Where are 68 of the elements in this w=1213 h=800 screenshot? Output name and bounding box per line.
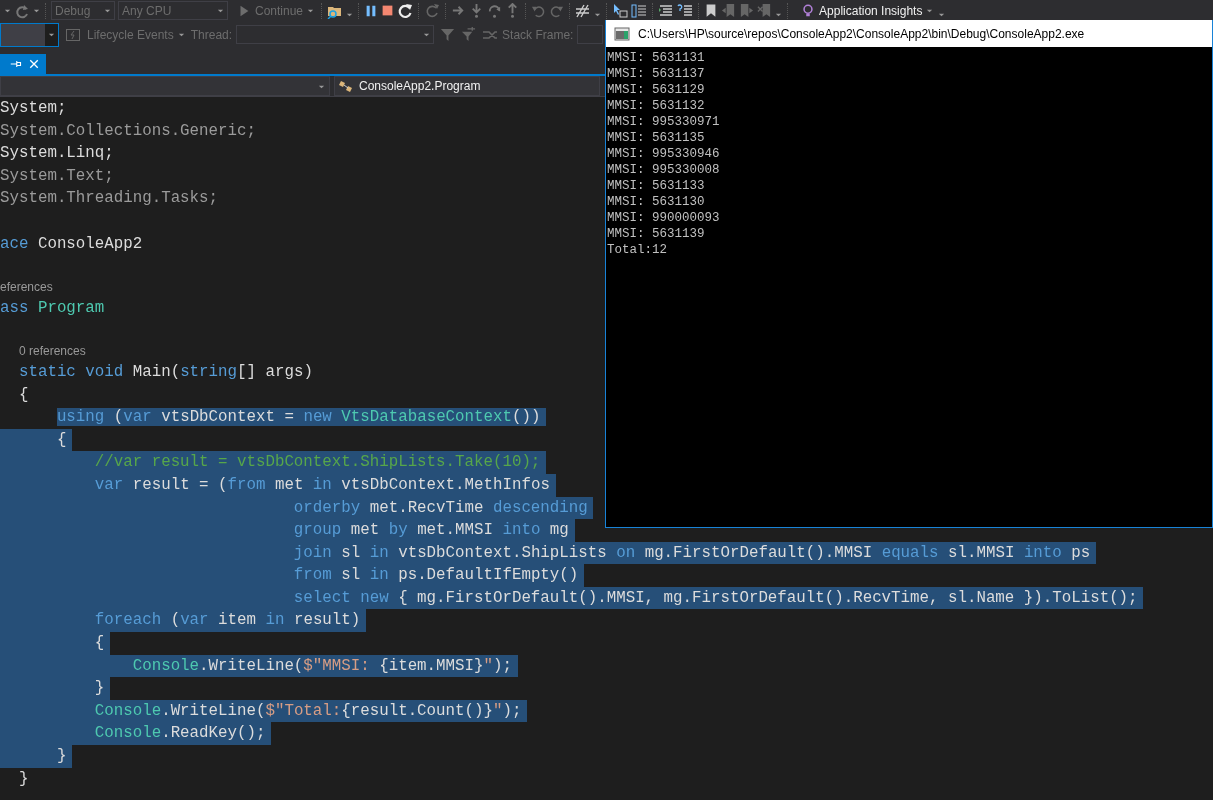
indent-lines-icon[interactable] <box>658 2 675 19</box>
lifecycle-icon[interactable] <box>65 26 81 43</box>
dropdown-caret-icon[interactable] <box>33 7 40 14</box>
cursor-icon[interactable] <box>612 2 629 19</box>
code-line: { <box>17 384 30 406</box>
code-line: ass Program <box>0 297 106 319</box>
caret-icon <box>926 7 934 14</box>
stack-frame-label: Stack Frame: <box>502 26 574 44</box>
dropdown-caret-icon[interactable] <box>4 7 11 14</box>
redo-icon[interactable] <box>14 2 30 19</box>
caret-icon <box>48 31 55 38</box>
console-output-line: MMSI: 5631131 <box>607 50 705 66</box>
window-title: C:\Users\HP\source\repos\ConsoleApp2\ConsoleApp2\bin\Debug\ConsoleApp2.exe <box>638 25 1085 43</box>
caret-icon <box>423 31 431 38</box>
code-line: System; <box>0 98 68 119</box>
console-output-line: MMSI: 5631130 <box>607 194 705 210</box>
class-icon <box>339 78 355 94</box>
restart-icon[interactable] <box>397 2 414 19</box>
codelens-link[interactable]: 0 references <box>0 341 86 361</box>
code-line: System.Linq; <box>0 143 115 165</box>
code-line: System.Threading.Tasks; <box>0 188 220 210</box>
document-tab[interactable] <box>0 54 46 74</box>
application-insights-button[interactable]: Application Insights <box>799 1 936 20</box>
code-line: ace ConsoleApp2 <box>0 233 144 255</box>
dropdown-caret-icon[interactable] <box>346 11 354 18</box>
code-line: } <box>17 768 30 790</box>
comment-lines-icon[interactable] <box>677 2 694 19</box>
console-app-icon <box>614 25 630 42</box>
arrow-right-icon[interactable] <box>451 3 467 18</box>
filter-icon[interactable] <box>440 27 456 42</box>
lightbulb-icon <box>801 2 816 19</box>
refresh-icon[interactable] <box>424 2 441 19</box>
console-output-line: MMSI: 995330971 <box>607 114 720 130</box>
console-output-line: MMSI: 990000093 <box>607 210 720 226</box>
code-line: System.Text; <box>0 165 115 187</box>
console-output-line: Total:12 <box>607 242 667 258</box>
code-line: static void Main(string[] args) <box>17 361 314 383</box>
console-output-line: MMSI: 995330008 <box>607 162 720 178</box>
caret-icon <box>217 7 224 14</box>
code-line: System.Collections.Generic; <box>0 120 257 142</box>
console-output-line: MMSI: 5631139 <box>607 226 705 242</box>
hatched-tool-icon[interactable] <box>575 2 592 19</box>
caret-icon <box>177 31 185 38</box>
caret-icon <box>104 7 111 14</box>
console-output-line: MMSI: 995330946 <box>607 146 720 162</box>
bookmark-clear-icon[interactable] <box>757 3 773 18</box>
stop-icon[interactable] <box>381 4 395 17</box>
close-icon[interactable] <box>28 58 40 70</box>
caret-icon <box>307 7 315 14</box>
bookmark-next-icon[interactable] <box>739 3 755 18</box>
step-over-icon[interactable] <box>487 3 503 18</box>
dropdown-caret-icon[interactable] <box>938 11 946 18</box>
type-dropdown[interactable]: ConsoleApp2.Program <box>334 76 600 96</box>
dropdown-caret-icon[interactable] <box>775 11 783 18</box>
console-output-line: MMSI: 5631133 <box>607 178 705 194</box>
filter-icon[interactable] <box>461 27 477 42</box>
process-dropdown[interactable] <box>0 22 59 47</box>
pin-icon[interactable] <box>10 58 22 70</box>
console-output-line: MMSI: 5631137 <box>607 66 705 82</box>
console-output-line: MMSI: 5631132 <box>607 98 705 114</box>
thread-label: Thread: <box>190 26 233 44</box>
console-output-line: MMSI: 5631135 <box>607 130 705 146</box>
console-output-line: MMSI: 5631129 <box>607 82 705 98</box>
undo-icon[interactable] <box>531 3 547 18</box>
redo-icon[interactable] <box>549 3 565 18</box>
list-icon[interactable] <box>631 2 648 19</box>
dropdown-caret-icon[interactable] <box>594 11 602 18</box>
codelens-link[interactable]: eferences <box>0 277 53 297</box>
